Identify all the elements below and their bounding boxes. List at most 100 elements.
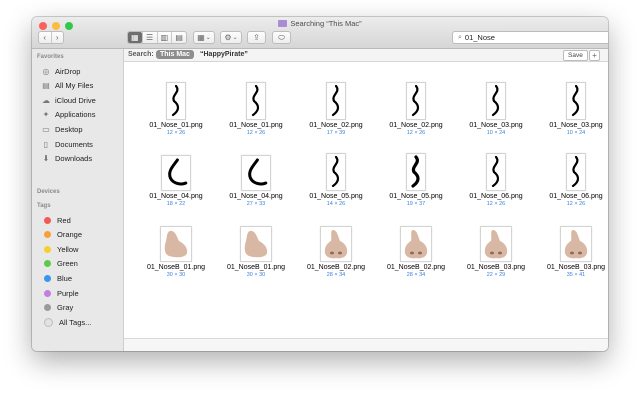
file-name: 01_Nose_03.png — [469, 122, 523, 129]
file-item[interactable]: 01_NoseB_02.png 28 × 34 — [296, 222, 376, 278]
tag-color-dot — [44, 317, 53, 327]
save-search-button[interactable]: Save — [563, 50, 588, 61]
file-thumbnail — [400, 226, 432, 262]
file-name: 01_Nose_06.png — [549, 193, 603, 200]
file-item[interactable]: 01_NoseB_01.png 30 × 30 — [136, 222, 216, 278]
scope-this-mac-button[interactable]: This Mac — [156, 50, 194, 59]
sidebar-tag-purple[interactable]: Purple — [41, 287, 79, 299]
file-dimensions: 18 × 22 — [166, 201, 186, 207]
file-name: 01_NoseB_01.png — [147, 264, 205, 271]
smart-folder-icon — [278, 20, 288, 27]
file-item[interactable]: 01_Nose_06.png 12 × 26 — [536, 151, 608, 207]
tag-color-dot — [44, 231, 51, 239]
file-item[interactable]: 01_Nose_03.png 10 × 24 — [536, 80, 608, 136]
search-scope-bar: Search: This Mac “HappyPirate” Save + — [124, 49, 608, 62]
file-item[interactable]: 01_NoseB_03.png 22 × 29 — [456, 222, 536, 278]
add-criteria-button[interactable]: + — [589, 50, 600, 61]
file-item[interactable]: 01_Nose_05.png 14 × 26 — [296, 151, 376, 207]
file-thumbnail — [246, 82, 266, 120]
file-name: 01_NoseB_03.png — [547, 264, 605, 271]
sidebar-item-desktop[interactable]: ▭ Desktop — [41, 123, 83, 135]
tag-color-dot — [44, 260, 51, 268]
file-dimensions: 22 × 29 — [486, 272, 506, 278]
sidebar-item-documents[interactable]: ▯ Documents — [41, 138, 93, 150]
file-item[interactable]: 01_Nose_01.png 12 × 26 — [216, 80, 296, 136]
file-name: 01_Nose_04.png — [149, 193, 203, 200]
sidebar-tag-gray[interactable]: Gray — [41, 302, 73, 314]
file-item[interactable]: 01_Nose_03.png 10 × 24 — [456, 80, 536, 136]
file-dimensions: 17 × 39 — [326, 130, 346, 136]
file-item[interactable]: 01_NoseB_03.png 35 × 41 — [536, 222, 608, 278]
file-thumbnail — [160, 226, 192, 262]
sidebar-tag-all-tags-[interactable]: All Tags... — [41, 316, 91, 328]
file-grid: 01_Nose_01.png 12 × 26 01_Nose_01.png 12 × … — [124, 62, 608, 338]
file-item[interactable]: 01_Nose_01.png 12 × 26 — [136, 80, 216, 136]
search-input[interactable]: 01_Nose — [465, 33, 495, 42]
sidebar-item-label: Desktop — [55, 124, 83, 134]
airdrop-icon: ◎ — [42, 66, 50, 76]
edit-tags-button[interactable]: ⬭ — [272, 31, 291, 44]
file-thumbnail — [326, 82, 346, 120]
sidebar-tag-yellow[interactable]: Yellow — [41, 243, 78, 255]
tag-color-dot — [44, 274, 51, 282]
file-item[interactable]: 01_Nose_02.png 12 × 26 — [376, 80, 456, 136]
forward-button[interactable]: › — [50, 32, 64, 43]
chevron-down-icon: ⌄ — [205, 35, 211, 41]
icon-view-button[interactable]: ▦ — [128, 32, 142, 43]
file-thumbnail — [486, 82, 506, 120]
cover-flow-button[interactable]: ▤ — [171, 32, 186, 43]
chevron-down-icon: ⌄ — [232, 35, 238, 41]
sidebar-tag-blue[interactable]: Blue — [41, 272, 72, 284]
action-button[interactable]: ⚙ ⌄ — [220, 31, 242, 44]
sidebar-item-label: Documents — [55, 139, 93, 149]
file-name: 01_NoseB_01.png — [227, 264, 285, 271]
file-item[interactable]: 01_Nose_02.png 17 × 39 — [296, 80, 376, 136]
file-item[interactable]: 01_Nose_05.png 19 × 37 — [376, 151, 456, 207]
documents-icon: ▯ — [43, 139, 49, 149]
file-item[interactable]: 01_Nose_04.png 27 × 33 — [216, 151, 296, 207]
sidebar-tag-red[interactable]: Red — [41, 214, 71, 226]
finder-window: Searching “This Mac” ‹ › ▦ ☰ ▥ ▤ ▦ ⌄ ⚙ ⌄… — [32, 17, 608, 351]
sidebar-item-applications[interactable]: ✦ Applications — [41, 109, 96, 121]
file-thumbnail — [406, 82, 426, 120]
file-thumbnail — [161, 155, 191, 191]
file-dimensions: 12 × 26 — [406, 130, 426, 136]
tag-color-dot — [44, 289, 51, 297]
sidebar-item-icloud-drive[interactable]: ☁ iCloud Drive — [41, 94, 96, 106]
sidebar-tag-orange[interactable]: Orange — [41, 229, 82, 241]
search-field[interactable]: ⌕ 01_Nose ✕ — [452, 31, 608, 44]
back-button[interactable]: ‹ — [39, 32, 51, 43]
sidebar-item-label: AirDrop — [55, 66, 81, 76]
file-name: 01_Nose_06.png — [469, 193, 523, 200]
column-view-button[interactable]: ▥ — [156, 32, 172, 43]
scope-happypirate-button[interactable]: “HappyPirate” — [200, 51, 248, 58]
window-title-text: Searching “This Mac” — [290, 19, 362, 28]
file-item[interactable]: 01_Nose_04.png 18 × 22 — [136, 151, 216, 207]
file-dimensions: 35 × 41 — [566, 272, 586, 278]
file-dimensions: 10 × 24 — [566, 130, 586, 136]
file-item[interactable]: 01_NoseB_02.png 28 × 34 — [376, 222, 456, 278]
file-name: 01_Nose_02.png — [309, 122, 363, 129]
sidebar-item-downloads[interactable]: ⬇ Downloads — [41, 153, 92, 165]
sidebar-tag-label: Gray — [57, 303, 74, 313]
file-name: 01_Nose_05.png — [309, 193, 363, 200]
file-thumbnail — [320, 226, 352, 262]
share-button[interactable]: ⇪ — [247, 31, 266, 44]
sidebar-tag-label: Blue — [57, 273, 73, 283]
sidebar-tag-green[interactable]: Green — [41, 258, 78, 270]
file-item[interactable]: 01_NoseB_01.png 30 × 30 — [216, 222, 296, 278]
file-name: 01_NoseB_02.png — [307, 264, 365, 271]
file-thumbnail — [486, 153, 506, 191]
sidebar-item-label: iCloud Drive — [55, 95, 96, 105]
file-dimensions: 30 × 30 — [246, 272, 266, 278]
file-item[interactable]: 01_Nose_06.png 12 × 26 — [456, 151, 536, 207]
sidebar-tag-label: Yellow — [57, 244, 79, 254]
sidebar-tag-label: All Tags... — [59, 317, 92, 327]
sidebar-item-label: All My Files — [55, 81, 94, 91]
group-by-button[interactable]: ▦ ⌄ — [193, 31, 215, 44]
file-dimensions: 28 × 34 — [326, 272, 346, 278]
all-my-files-icon: ▤ — [42, 81, 50, 91]
sidebar-item-all-my-files[interactable]: ▤ All My Files — [41, 80, 93, 92]
list-view-button[interactable]: ☰ — [141, 32, 157, 43]
sidebar-item-airdrop[interactable]: ◎ AirDrop — [41, 65, 81, 77]
